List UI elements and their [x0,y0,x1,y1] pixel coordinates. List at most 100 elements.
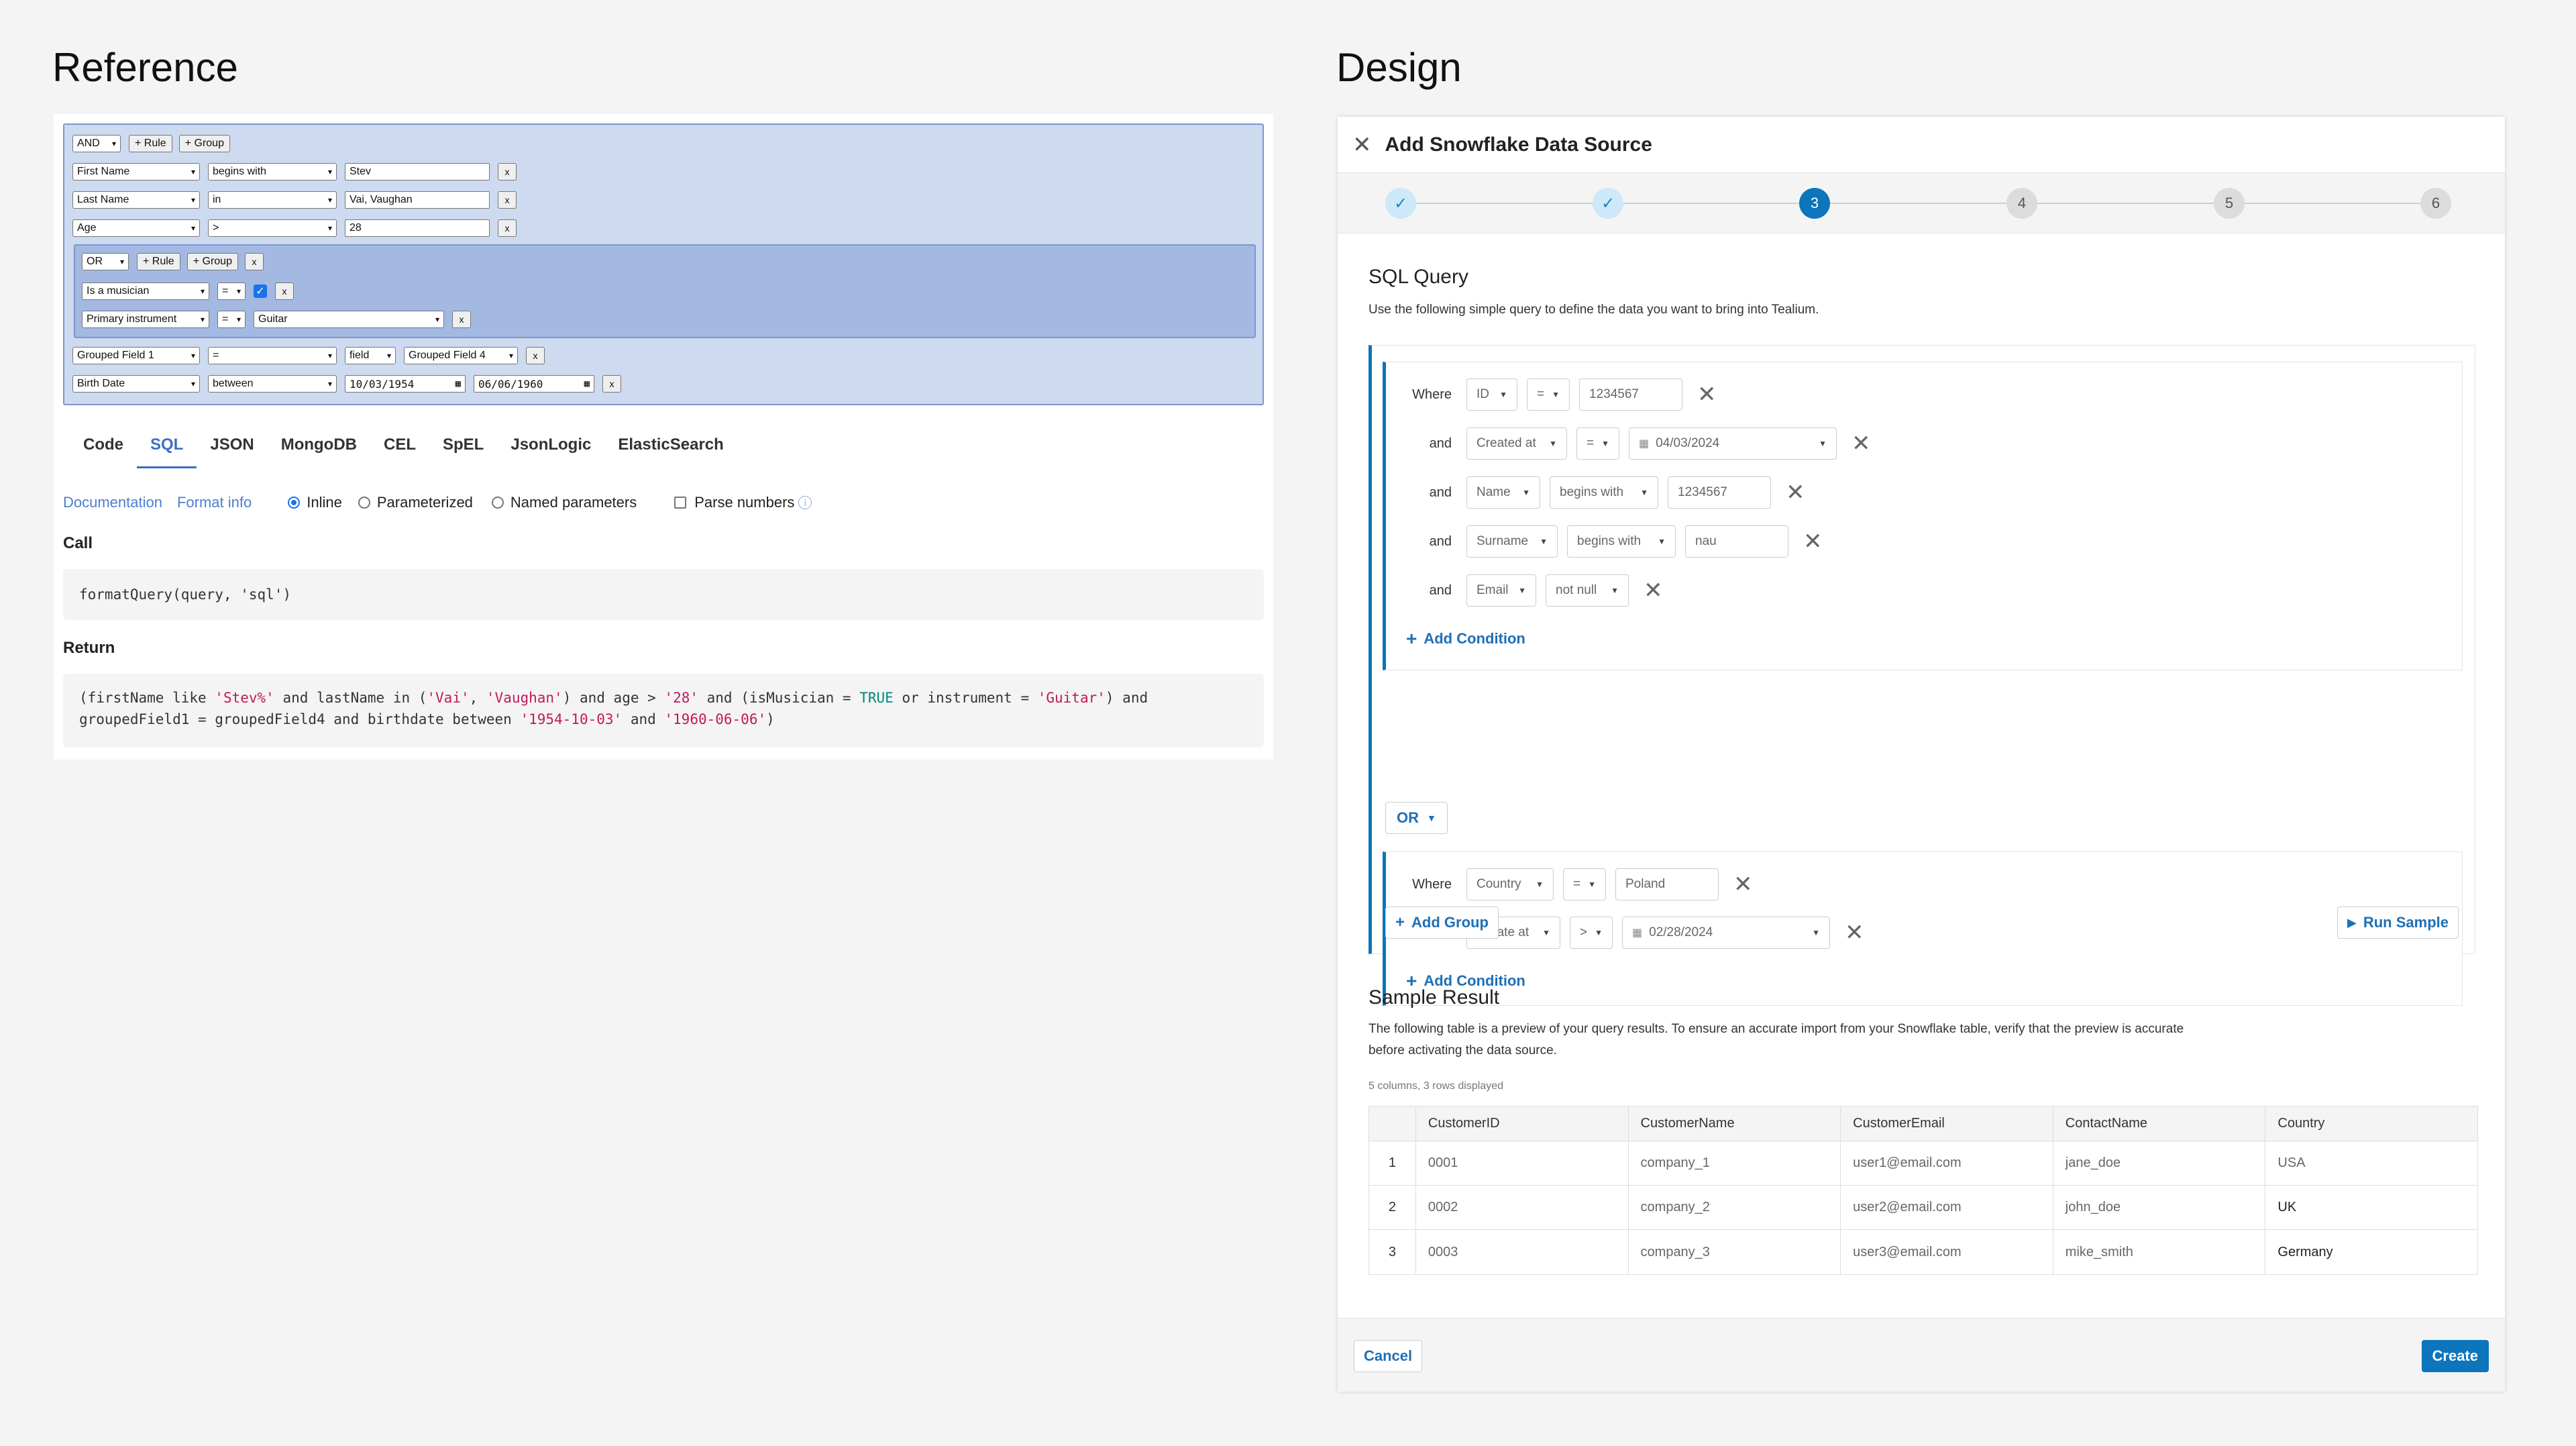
group-combinator-dropdown[interactable]: OR ▼ [1385,802,1448,834]
field-dropdown[interactable]: Surname ▼ [1466,525,1558,558]
add-group-button[interactable]: + Group [186,253,238,270]
format-info-link[interactable]: Format info [177,494,252,511]
value-input[interactable]: Stev [345,163,490,180]
operator-dropdown[interactable]: = ▼ [1527,378,1570,411]
operator-select[interactable]: in ▾ [208,191,337,209]
remove-rule-button[interactable]: x [498,219,517,237]
format-tabs: Code SQL JSON MongoDB CEL SpEL JsonLogic… [70,428,737,468]
field-select[interactable]: Birth Date ▾ [72,375,200,393]
field-select[interactable]: Last Name ▾ [72,191,200,209]
add-rule-button[interactable]: + Rule [137,253,180,270]
field-select[interactable]: Primary instrument ▾ [82,311,209,328]
field-dropdown[interactable]: Name ▼ [1466,476,1540,509]
remove-condition-icon[interactable]: ✕ [1644,579,1663,602]
step-5[interactable]: 5 [2214,188,2245,219]
operator-dropdown[interactable]: begins with ▼ [1550,476,1658,509]
remove-condition-icon[interactable]: ✕ [1845,921,1864,944]
parse-numbers-checkbox[interactable]: Parse numbers i [674,494,812,511]
field-select[interactable]: First Name ▾ [72,163,200,180]
step-4[interactable]: 4 [2006,188,2037,219]
info-icon[interactable]: i [798,496,812,509]
remove-condition-icon[interactable]: ✕ [1697,383,1717,406]
documentation-link[interactable]: Documentation [63,494,162,511]
value-input[interactable]: nau [1685,525,1788,558]
remove-rule-button[interactable]: x [275,282,294,300]
field-dropdown[interactable]: Created at ▼ [1466,427,1567,460]
remove-condition-icon[interactable]: ✕ [1786,481,1805,504]
value-input[interactable]: 1234567 [1579,378,1682,411]
cancel-button[interactable]: Cancel [1354,1340,1423,1372]
tab-cel[interactable]: CEL [370,428,429,462]
rule-row: Grouped Field 1 ▾ = ▾ field ▾ Grouped Field… [72,346,545,365]
operator-select[interactable]: > ▾ [208,219,337,237]
value-input[interactable]: 1234567 [1668,476,1771,509]
tab-code[interactable]: Code [70,428,137,462]
tab-mongodb[interactable]: MongoDB [268,428,370,462]
date-from-input[interactable]: 10/03/1954 ▦ [345,375,466,393]
value-checkbox[interactable]: ✓ [254,285,267,298]
operator-dropdown[interactable]: = ▼ [1576,427,1619,460]
tab-jsonlogic[interactable]: JsonLogic [497,428,604,462]
remove-rule-button[interactable]: x [452,311,471,328]
combinator-select[interactable]: AND ▾ [72,135,121,152]
operator-dropdown[interactable]: not null ▼ [1546,574,1629,607]
remove-condition-icon[interactable]: ✕ [1851,432,1871,455]
operator-select[interactable]: = ▾ [217,282,246,300]
radio-inline[interactable]: Inline [288,494,342,511]
remove-group-button[interactable]: x [244,253,264,270]
value-field-select[interactable]: Grouped Field 4 ▾ [404,347,518,364]
chevron-down-icon: ▼ [1595,928,1603,937]
remove-condition-icon[interactable]: ✕ [1803,530,1823,553]
field-select[interactable]: Is a musician ▾ [82,282,209,300]
step-2-complete[interactable]: ✓ [1593,188,1623,219]
field-dropdown[interactable]: ID ▼ [1466,378,1517,411]
value-input[interactable]: 28 [345,219,490,237]
close-icon[interactable]: ✕ [1352,132,1372,158]
condition-row: and Name ▼ begins with ▼ 1234567 ✕ [1386,475,1805,510]
tab-elasticsearch[interactable]: ElasticSearch [604,428,737,462]
chevron-down-icon: ▼ [1658,537,1666,546]
date-input[interactable]: ▦ 02/28/2024 ▼ [1622,917,1830,949]
radio-named-parameters[interactable]: Named parameters [491,494,637,511]
operator-select[interactable]: between ▾ [208,375,337,393]
value-input[interactable]: Vai, Vaughan [345,191,490,209]
table-cell: mike_smith [2053,1230,2266,1274]
value-input[interactable]: Poland [1615,868,1719,900]
tab-sql[interactable]: SQL [137,428,197,468]
radio-parameterized[interactable]: Parameterized [358,494,473,511]
remove-rule-button[interactable]: x [498,163,517,180]
field-dropdown[interactable]: Email ▼ [1466,574,1536,607]
tab-json[interactable]: JSON [197,428,267,462]
create-button[interactable]: Create [2421,1340,2489,1372]
remove-rule-button[interactable]: x [526,347,545,364]
add-rule-button[interactable]: + Rule [129,135,172,152]
step-1-complete[interactable]: ✓ [1385,188,1416,219]
operator-dropdown[interactable]: begins with ▼ [1567,525,1676,558]
field-dropdown[interactable]: Country ▼ [1466,868,1554,900]
date-to-input[interactable]: 06/06/1960 ▦ [474,375,594,393]
value-select[interactable]: Guitar ▾ [254,311,444,328]
step-6[interactable]: 6 [2420,188,2451,219]
run-sample-button[interactable]: ▶ Run Sample [2337,907,2459,939]
operator-dropdown[interactable]: = ▼ [1563,868,1606,900]
add-group-button[interactable]: + Add Group [1385,907,1499,939]
add-group-button[interactable]: + Group [178,135,230,152]
condition-row: Where Country ▼ = ▼ Poland ✕ [1386,867,1753,902]
field-select[interactable]: Age ▾ [72,219,200,237]
caret-icon: ▾ [200,287,205,296]
remove-condition-icon[interactable]: ✕ [1733,873,1753,896]
add-condition-button[interactable]: + Add Condition [1406,628,1525,650]
operator-dropdown[interactable]: > ▼ [1570,917,1613,949]
remove-rule-button[interactable]: x [602,375,621,393]
remove-rule-button[interactable]: x [498,191,517,209]
table-cell: user3@email.com [1841,1230,2053,1274]
field-select[interactable]: Grouped Field 1 ▾ [72,347,200,364]
operator-select[interactable]: = ▾ [217,311,246,328]
value-source-select[interactable]: field ▾ [345,347,396,364]
step-3-current[interactable]: 3 [1799,188,1830,219]
tab-spel[interactable]: SpEL [429,428,497,462]
operator-select[interactable]: = ▾ [208,347,337,364]
combinator-select[interactable]: OR ▾ [82,253,129,270]
operator-select[interactable]: begins with ▾ [208,163,337,180]
date-input[interactable]: ▦ 04/03/2024 ▼ [1629,427,1837,460]
